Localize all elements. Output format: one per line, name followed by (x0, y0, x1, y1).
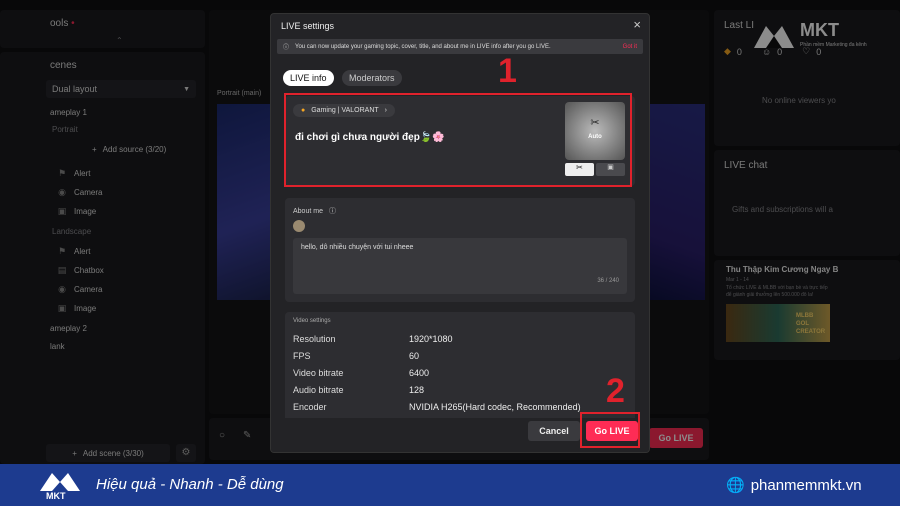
tab-live-info[interactable]: LIVE info (283, 70, 334, 86)
about-me-textarea[interactable]: hello, dô nhiều chuyện với tui nheee 36 … (293, 238, 627, 294)
setting-key: Video bitrate (293, 367, 344, 378)
got-it-link[interactable]: Got it (623, 44, 637, 50)
info-banner: ⓘ You can now update your gaming topic, … (277, 39, 643, 54)
setting-row: Audio bitrate 128 (293, 381, 627, 398)
setting-value: NVIDIA H265(Hard codec, Recommended) (409, 401, 581, 412)
cancel-button[interactable]: Cancel (528, 421, 580, 441)
about-me-card: About me ⓘ hello, dô nhiều chuyện với tui… (285, 198, 635, 302)
setting-row: Encoder NVIDIA H265(Hard codec, Recommend… (293, 398, 627, 415)
annotation-number-2: 2 (606, 372, 625, 410)
annotation-number-1: 1 (498, 52, 517, 90)
footer-logo-icon (40, 473, 80, 491)
app-window: ools • ⌃ cenes Dual layout ▼ ameplay 1 Po… (0, 0, 900, 464)
footer-website[interactable]: 🌐 phanmemmkt.vn (726, 476, 862, 495)
footer-banner: MKT Hiệu quả - Nhanh - Dễ dùng 🌐 phanmemm… (0, 464, 900, 506)
footer-logo: MKT (38, 469, 82, 503)
dialog-tabs: LIVE info Moderators (283, 68, 402, 86)
setting-key: FPS (293, 350, 311, 361)
annotation-box-1 (284, 93, 632, 187)
about-me-header: About me ⓘ (293, 206, 336, 216)
setting-key: Encoder (293, 401, 327, 412)
video-settings-card: Video settings Resolution 1920*1080 FPS 60… (285, 312, 635, 422)
setting-row: FPS 60 (293, 347, 627, 364)
setting-row: Resolution 1920*1080 (293, 330, 627, 347)
about-me-text: hello, dô nhiều chuyện với tui nheee (301, 244, 414, 251)
live-settings-dialog: LIVE settings × ⓘ You can now update you… (270, 13, 650, 453)
footer-slogan: Hiệu quả - Nhanh - Dễ dùng (96, 476, 284, 493)
footer-brand: MKT (46, 491, 66, 501)
setting-value: 60 (409, 350, 420, 361)
char-counter: 36 / 240 (597, 278, 619, 284)
tab-moderators[interactable]: Moderators (341, 70, 402, 86)
close-icon[interactable]: × (633, 17, 641, 32)
globe-icon: 🌐 (726, 477, 745, 494)
help-icon: ⓘ (328, 208, 336, 215)
about-me-label: About me (293, 207, 323, 215)
setting-row: Video bitrate 6400 (293, 364, 627, 381)
setting-value: 6400 (409, 367, 430, 378)
setting-key: Resolution (293, 333, 336, 344)
video-settings-label: Video settings (293, 318, 331, 324)
annotation-box-2 (580, 412, 640, 448)
setting-key: Audio bitrate (293, 384, 344, 395)
dialog-title: LIVE settings (281, 21, 335, 31)
setting-value: 128 (409, 384, 425, 395)
setting-value: 1920*1080 (409, 333, 453, 344)
footer-website-text: phanmemmkt.vn (750, 476, 862, 494)
info-icon: ⓘ (283, 45, 290, 51)
banner-text: You can now update your gaming topic, co… (295, 43, 551, 50)
avatar (293, 220, 305, 232)
